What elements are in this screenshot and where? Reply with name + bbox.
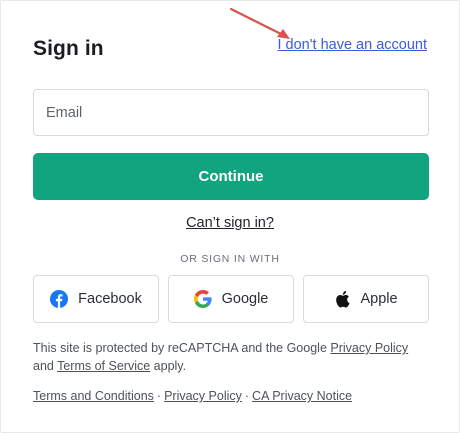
social-buttons: Facebook Google Apple (33, 275, 429, 323)
facebook-label: Facebook (78, 291, 142, 307)
facebook-icon (50, 290, 69, 308)
legal-text-after: apply. (150, 359, 187, 373)
footer-ca-privacy-link[interactable]: CA Privacy Notice (252, 389, 352, 403)
no-account-link[interactable]: I don't have an account (278, 37, 428, 53)
cant-sign-in-row: Can’t sign in? (1, 215, 459, 231)
header: Sign in I don't have an account (33, 31, 427, 67)
or-sign-in-with-label: OR SIGN IN WITH (180, 253, 280, 265)
page-title: Sign in (33, 37, 104, 60)
footer-privacy-link[interactable]: Privacy Policy (164, 389, 242, 403)
legal-and: and (33, 359, 58, 373)
footer-separator: · (156, 389, 162, 403)
footer-links: Terms and Conditions · Privacy Policy · CA P… (33, 387, 352, 405)
footer-separator: · (244, 389, 250, 403)
recaptcha-notice: This site is protected by reCAPTCHA and … (33, 339, 429, 375)
apple-label: Apple (360, 291, 398, 307)
legal-terms-of-service-link[interactable]: Terms of Service (57, 359, 150, 373)
apple-icon (336, 290, 350, 308)
email-field[interactable] (33, 89, 429, 136)
apple-button[interactable]: Apple (303, 275, 429, 323)
facebook-button[interactable]: Facebook (33, 275, 159, 323)
continue-button[interactable]: Continue (33, 153, 429, 200)
legal-privacy-policy-link[interactable]: Privacy Policy (330, 341, 408, 355)
footer-terms-link[interactable]: Terms and Conditions (33, 389, 154, 403)
google-icon (193, 290, 212, 308)
sign-in-card: Sign in I don't have an account Continue… (0, 0, 460, 433)
google-label: Google (221, 291, 269, 307)
legal-text-before: This site is protected by reCAPTCHA and … (33, 341, 331, 355)
google-button[interactable]: Google (168, 275, 294, 323)
cant-sign-in-link[interactable]: Can’t sign in? (186, 215, 274, 231)
